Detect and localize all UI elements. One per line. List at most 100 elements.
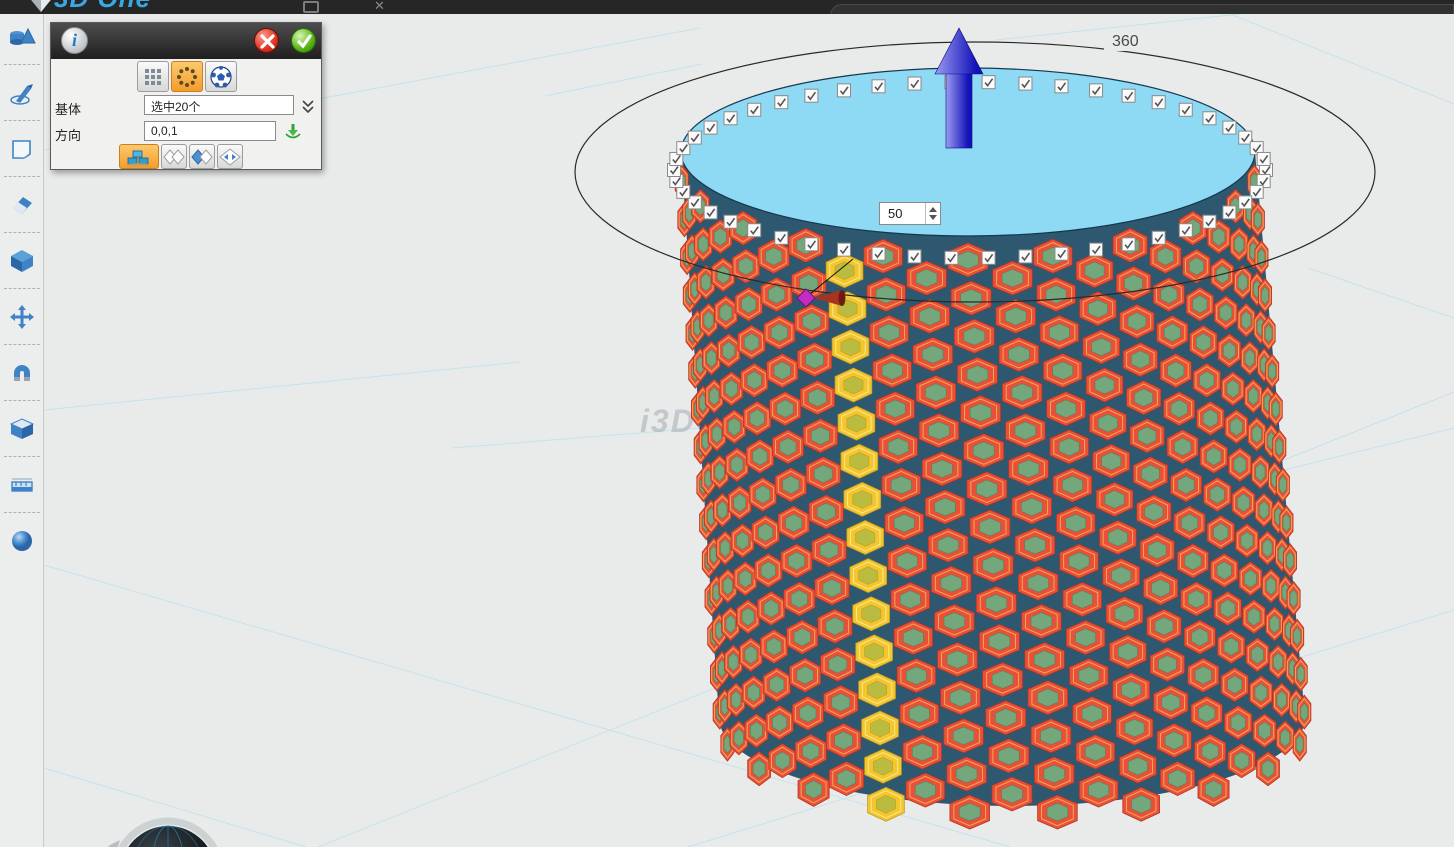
instance-checkbox[interactable] xyxy=(982,76,995,89)
instance-checkbox[interactable] xyxy=(1152,96,1165,109)
instance-checkbox[interactable] xyxy=(982,251,995,264)
instance-checkbox[interactable] xyxy=(748,103,761,116)
instance-checkbox[interactable] xyxy=(1223,121,1236,134)
pick-direction-icon[interactable] xyxy=(284,123,302,141)
spinner-buttons xyxy=(925,203,940,224)
instance-checkbox[interactable] xyxy=(1055,80,1068,93)
instance-checkbox[interactable] xyxy=(688,131,701,144)
close-icon[interactable]: ✕ xyxy=(374,0,385,14)
linear-pattern-icon xyxy=(143,67,163,87)
instance-checkbox[interactable] xyxy=(1179,103,1192,116)
eraser-icon xyxy=(9,192,35,218)
chevron-double-down-icon[interactable] xyxy=(301,99,315,115)
boxes-icon xyxy=(125,147,153,167)
instance-checkbox[interactable] xyxy=(805,89,818,102)
move-tool[interactable] xyxy=(0,293,44,340)
instance-checkbox[interactable] xyxy=(945,251,958,264)
instance-checkbox[interactable] xyxy=(1152,231,1165,244)
instance-checkbox[interactable] xyxy=(1239,196,1252,209)
instance-checkbox[interactable] xyxy=(775,96,788,109)
soccer-ball-icon xyxy=(210,66,232,88)
view-navigation-ball[interactable] xyxy=(108,821,221,847)
move-arrows-icon xyxy=(9,304,35,330)
sidebar-separator xyxy=(4,232,40,233)
x-icon xyxy=(259,33,276,50)
pattern-angle-label: 360 xyxy=(1104,33,1147,51)
instance-checkbox[interactable] xyxy=(805,238,818,251)
sidebar-separator xyxy=(4,176,40,177)
sidebar-separator xyxy=(4,344,40,345)
app-logo-text: 3D One xyxy=(54,0,151,14)
magnet-icon xyxy=(9,360,35,386)
result-mode-row xyxy=(119,144,243,169)
base-label: 基体 xyxy=(55,99,81,118)
spinner-down-button[interactable] xyxy=(929,215,937,220)
special-features-tool[interactable] xyxy=(0,405,44,452)
instance-checkbox[interactable] xyxy=(1257,152,1270,165)
sidebar-separator xyxy=(4,288,40,289)
blue-white-diamonds-icon xyxy=(191,148,213,166)
instances-white-button[interactable] xyxy=(161,144,187,169)
instance-checkbox[interactable] xyxy=(872,247,885,260)
base-input[interactable]: 选中20个 xyxy=(144,95,294,115)
assembly-tool[interactable] xyxy=(0,349,44,396)
direction-input[interactable]: 0,0,1 xyxy=(144,121,276,141)
instance-checkbox[interactable] xyxy=(1223,206,1236,219)
app-logo-icon xyxy=(26,0,56,14)
layers-book-icon xyxy=(9,416,35,442)
titlebar: 3D One ✕ xyxy=(0,0,1454,14)
render-tool[interactable] xyxy=(0,517,44,564)
two-diamonds-icon xyxy=(163,148,185,166)
measure-tool[interactable] xyxy=(0,461,44,508)
instance-checkbox[interactable] xyxy=(748,224,761,237)
instance-checkbox[interactable] xyxy=(704,121,717,134)
instance-checkbox[interactable] xyxy=(872,80,885,93)
primitives-tool[interactable] xyxy=(0,13,44,60)
instances-mixed-button[interactable] xyxy=(189,144,215,169)
surface-pattern-button[interactable] xyxy=(205,61,237,92)
instance-checkbox[interactable] xyxy=(837,243,850,256)
circular-pattern-icon xyxy=(176,66,198,88)
instance-checkbox[interactable] xyxy=(1019,77,1032,90)
spinner-up-button[interactable] xyxy=(929,207,937,212)
instance-checkbox[interactable] xyxy=(1179,224,1192,237)
merge-instances-button[interactable] xyxy=(119,144,159,169)
cube-icon xyxy=(9,248,35,274)
info-icon[interactable]: i xyxy=(61,27,88,54)
instance-checkbox[interactable] xyxy=(1055,247,1068,260)
instance-checkbox[interactable] xyxy=(1122,238,1135,251)
sidebar-separator xyxy=(4,64,40,65)
dialog-header[interactable]: i xyxy=(51,23,321,59)
instance-checkbox[interactable] xyxy=(1203,112,1216,125)
instance-checkbox[interactable] xyxy=(837,84,850,97)
instance-checkbox[interactable] xyxy=(908,77,921,90)
instance-count-value[interactable]: 50 xyxy=(880,203,925,224)
linear-pattern-button[interactable] xyxy=(137,61,169,92)
sphere-icon xyxy=(9,528,35,554)
pencil-icon xyxy=(9,80,35,106)
instance-checkbox[interactable] xyxy=(724,112,737,125)
primitives-icon xyxy=(8,24,36,50)
instance-checkbox[interactable] xyxy=(1019,250,1032,263)
instance-checkbox[interactable] xyxy=(908,250,921,263)
instances-toggle-button[interactable] xyxy=(217,144,243,169)
instance-checkbox[interactable] xyxy=(1122,89,1135,102)
instance-checkbox[interactable] xyxy=(1090,243,1103,256)
pattern-dialog: i xyxy=(50,22,322,170)
instance-checkbox[interactable] xyxy=(1090,84,1103,97)
instance-checkbox[interactable] xyxy=(775,231,788,244)
ruler-icon xyxy=(9,472,35,498)
instance-checkbox[interactable] xyxy=(1203,215,1216,228)
rotate-view-arrow[interactable] xyxy=(108,840,120,847)
cancel-button[interactable] xyxy=(254,28,279,53)
solid-tool[interactable] xyxy=(0,237,44,284)
instance-checkbox[interactable] xyxy=(704,206,717,219)
confirm-button[interactable] xyxy=(291,28,316,53)
sketch-tool[interactable] xyxy=(0,69,44,116)
instance-count-spinner[interactable]: 50 xyxy=(879,202,941,225)
surface-tool[interactable] xyxy=(0,125,44,172)
instance-checkbox[interactable] xyxy=(724,215,737,228)
circular-pattern-button[interactable] xyxy=(171,61,203,92)
new-document-icon[interactable] xyxy=(303,1,319,13)
edit-tool[interactable] xyxy=(0,181,44,228)
